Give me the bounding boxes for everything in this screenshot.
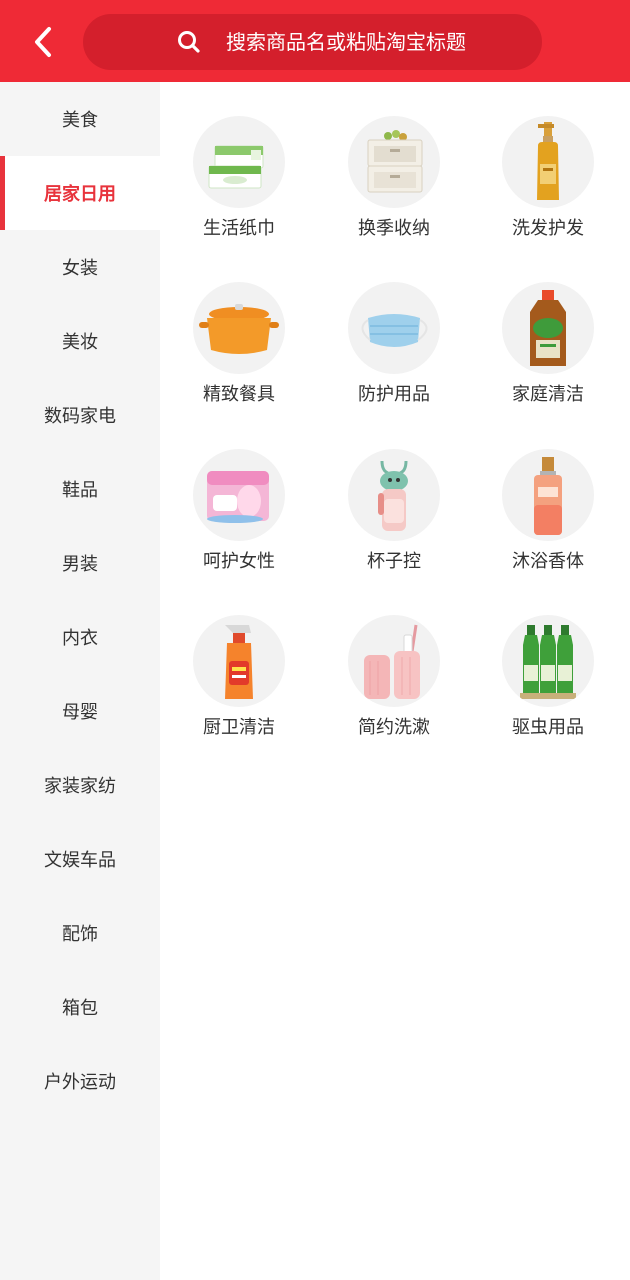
cast-iron-pot-icon (193, 282, 285, 374)
category-item[interactable]: 呵护女性 (164, 415, 314, 572)
subcategory-grid: 生活纸巾 换季收纳 洗发护发 精致餐具 防护用品 家庭清洁 呵护女性 杯子控 沐… (160, 82, 630, 1280)
search-placeholder: 搜索商品名或粘贴淘宝标题 (226, 30, 466, 54)
spray-cleaner-icon (193, 615, 285, 707)
sidebar-item-label: 箱包 (62, 998, 98, 1019)
category-item[interactable]: 防护用品 (319, 248, 469, 405)
sidebar-item-label: 鞋品 (62, 480, 98, 501)
sidebar-item-womens-clothing[interactable]: 女装 (0, 230, 160, 304)
category-label: 防护用品 (358, 384, 430, 405)
body-mist-bottle-icon (502, 449, 594, 541)
water-bottle-icon (348, 449, 440, 541)
sidebar-item-bags[interactable]: 箱包 (0, 970, 160, 1044)
category-label: 家庭清洁 (512, 384, 584, 405)
sidebar-item-label: 男装 (62, 554, 98, 575)
category-label: 洗发护发 (512, 218, 584, 239)
storage-drawer-icon (348, 116, 440, 208)
disinfectant-bottle-icon (502, 282, 594, 374)
sidebar-item-label: 美妆 (62, 332, 98, 353)
search-icon (178, 31, 200, 53)
category-label: 杯子控 (367, 551, 421, 572)
sidebar-item-label: 数码家电 (44, 406, 116, 427)
category-item[interactable]: 驱虫用品 (473, 581, 623, 738)
shampoo-bottle-icon (502, 116, 594, 208)
sidebar-item-home-daily[interactable]: 居家日用 (0, 156, 160, 230)
sidebar-item-label: 户外运动 (44, 1072, 116, 1093)
category-label: 呵护女性 (203, 551, 275, 572)
sidebar-item-entertainment-car[interactable]: 文娱车品 (0, 822, 160, 896)
sidebar-item-label: 美食 (62, 110, 98, 131)
sidebar-item-label: 文娱车品 (44, 850, 116, 871)
sidebar-item-mens-clothing[interactable]: 男装 (0, 526, 160, 600)
sanitary-pad-pack-icon (193, 449, 285, 541)
sidebar-item-beauty[interactable]: 美妆 (0, 304, 160, 378)
category-item[interactable]: 换季收纳 (319, 82, 469, 239)
sidebar-item-outdoor-sports[interactable]: 户外运动 (0, 1044, 160, 1118)
sidebar-item-mother-baby[interactable]: 母婴 (0, 674, 160, 748)
category-label: 沐浴香体 (512, 551, 584, 572)
category-item[interactable]: 洗发护发 (473, 82, 623, 239)
insect-repellent-bottles-icon (502, 615, 594, 707)
category-label: 驱虫用品 (512, 717, 584, 738)
face-mask-icon (348, 282, 440, 374)
back-button[interactable] (26, 22, 60, 62)
sidebar-item-food[interactable]: 美食 (0, 82, 160, 156)
category-item[interactable]: 厨卫清洁 (164, 581, 314, 738)
toothbrush-cup-icon (348, 615, 440, 707)
category-label: 精致餐具 (203, 384, 275, 405)
top-header: 搜索商品名或粘贴淘宝标题 (0, 0, 630, 82)
tissue-box-icon (193, 116, 285, 208)
category-item[interactable]: 沐浴香体 (473, 415, 623, 572)
chevron-left-icon (35, 27, 51, 57)
category-label: 生活纸巾 (203, 218, 275, 239)
sidebar-item-accessories[interactable]: 配饰 (0, 896, 160, 970)
category-item[interactable]: 简约洗漱 (319, 581, 469, 738)
sidebar-item-label: 母婴 (62, 702, 98, 723)
search-bar[interactable]: 搜索商品名或粘贴淘宝标题 (83, 14, 542, 70)
category-label: 简约洗漱 (358, 717, 430, 738)
sidebar-item-label: 女装 (62, 258, 98, 279)
category-item[interactable]: 家庭清洁 (473, 248, 623, 405)
sidebar-item-label: 家装家纺 (44, 776, 116, 797)
sidebar-item-label: 内衣 (62, 628, 98, 649)
category-sidebar: 美食 居家日用 女装 美妆 数码家电 鞋品 男装 内衣 母婴 家装家纺 文娱车品… (0, 82, 160, 1280)
category-label: 厨卫清洁 (203, 717, 275, 738)
sidebar-item-label: 居家日用 (44, 184, 116, 205)
category-item[interactable]: 精致餐具 (164, 248, 314, 405)
category-label: 换季收纳 (358, 218, 430, 239)
sidebar-item-shoes[interactable]: 鞋品 (0, 452, 160, 526)
sidebar-item-electronics[interactable]: 数码家电 (0, 378, 160, 452)
sidebar-item-label: 配饰 (62, 924, 98, 945)
category-item[interactable]: 生活纸巾 (164, 82, 314, 239)
sidebar-item-underwear[interactable]: 内衣 (0, 600, 160, 674)
category-item[interactable]: 杯子控 (319, 415, 469, 572)
sidebar-item-home-textile[interactable]: 家装家纺 (0, 748, 160, 822)
